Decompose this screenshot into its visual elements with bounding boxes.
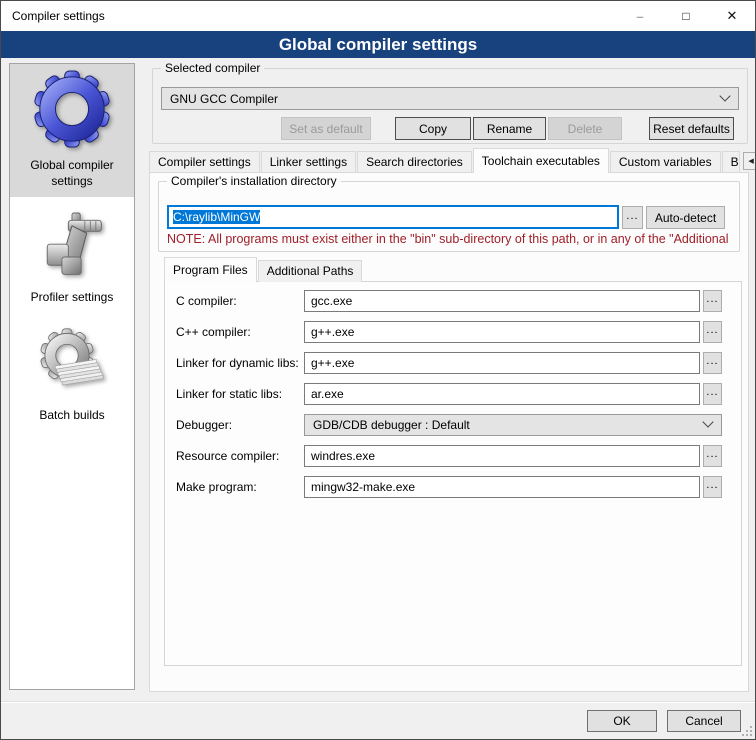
copy-button[interactable]: Copy bbox=[395, 117, 471, 140]
tab-linker-settings[interactable]: Linker settings bbox=[261, 151, 356, 173]
rename-button[interactable]: Rename bbox=[473, 117, 546, 140]
c-compiler-input[interactable] bbox=[304, 290, 700, 312]
minimize-icon[interactable]: – bbox=[617, 1, 663, 31]
tab-additional-paths[interactable]: Additional Paths bbox=[258, 260, 363, 282]
caliper-icon bbox=[39, 211, 105, 286]
cpp-compiler-input-wrap bbox=[304, 321, 700, 343]
compiler-select[interactable]: GNU GCC Compiler bbox=[161, 87, 739, 110]
resource-compiler-input-wrap bbox=[304, 445, 700, 467]
c-compiler-browse-button[interactable]: ... bbox=[703, 290, 722, 312]
tab-build-options[interactable]: Build options bbox=[722, 151, 740, 173]
debugger-select[interactable]: GDB/CDB debugger : Default bbox=[304, 414, 722, 436]
c-compiler-input-wrap bbox=[304, 290, 700, 312]
field-label: Linker for static libs: bbox=[176, 387, 282, 401]
delete-button[interactable]: Delete bbox=[548, 117, 622, 140]
field-label: Debugger: bbox=[176, 418, 232, 432]
sidebar: Global compiler settings bbox=[9, 63, 135, 690]
field-label: Resource compiler: bbox=[176, 449, 279, 463]
resize-grip-icon[interactable] bbox=[742, 726, 752, 736]
close-icon[interactable]: ✕ bbox=[709, 1, 755, 31]
sidebar-item-global-compiler-settings[interactable]: Global compiler settings bbox=[10, 64, 134, 197]
tab-custom-variables[interactable]: Custom variables bbox=[610, 151, 721, 173]
installation-directory-input[interactable]: C:\raylib\MinGW bbox=[167, 205, 619, 229]
tab-search-directories[interactable]: Search directories bbox=[357, 151, 472, 173]
sidebar-item-batch-builds[interactable]: Batch builds bbox=[10, 322, 134, 431]
page-title: Global compiler settings bbox=[1, 31, 755, 58]
make-program-input-wrap bbox=[304, 476, 700, 498]
field-label: C++ compiler: bbox=[176, 325, 251, 339]
make-program-input[interactable] bbox=[304, 476, 700, 498]
tab-scroll-controls: ◀ ▶ bbox=[743, 152, 756, 170]
program-tab-strip: Program Files Additional Paths bbox=[164, 258, 363, 282]
chevron-down-icon bbox=[719, 90, 730, 101]
installation-directory-group-label: Compiler's installation directory bbox=[167, 174, 341, 188]
compiler-select-value: GNU GCC Compiler bbox=[170, 92, 278, 106]
blue-gear-icon bbox=[33, 69, 111, 154]
dynamic-linker-input-wrap bbox=[304, 352, 700, 374]
selected-compiler-group-label: Selected compiler bbox=[161, 61, 264, 75]
settings-tab-strip: Compiler settings Linker settings Search… bbox=[149, 149, 749, 173]
cancel-button[interactable]: Cancel bbox=[667, 710, 741, 732]
dynamic-linker-browse-button[interactable]: ... bbox=[703, 352, 722, 374]
auto-detect-button[interactable]: Auto-detect bbox=[646, 206, 725, 229]
sidebar-item-label: Global compiler settings bbox=[16, 157, 128, 189]
tab-toolchain-executables[interactable]: Toolchain executables bbox=[473, 148, 609, 173]
chevron-down-icon bbox=[702, 416, 713, 427]
maximize-icon[interactable]: □ bbox=[663, 1, 709, 31]
debugger-select-value: GDB/CDB debugger : Default bbox=[313, 418, 470, 432]
note-text: NOTE: All programs must exist either in … bbox=[167, 232, 737, 247]
resource-compiler-input[interactable] bbox=[304, 445, 700, 467]
static-linker-browse-button[interactable]: ... bbox=[703, 383, 722, 405]
cpp-compiler-browse-button[interactable]: ... bbox=[703, 321, 722, 343]
field-label: Make program: bbox=[176, 480, 257, 494]
window-controls: – □ ✕ bbox=[617, 1, 755, 31]
cpp-compiler-input[interactable] bbox=[304, 321, 700, 343]
gray-gear-stack-icon bbox=[37, 327, 107, 404]
sidebar-item-label: Profiler settings bbox=[31, 289, 114, 305]
field-label: Linker for dynamic libs: bbox=[176, 356, 299, 370]
tab-compiler-settings[interactable]: Compiler settings bbox=[149, 151, 260, 173]
installation-directory-value: C:\raylib\MinGW bbox=[173, 210, 260, 224]
browse-directory-button[interactable]: ... bbox=[622, 206, 643, 229]
make-program-browse-button[interactable]: ... bbox=[703, 476, 722, 498]
footer-separator bbox=[1, 701, 755, 703]
reset-defaults-button[interactable]: Reset defaults bbox=[649, 117, 734, 140]
scroll-left-icon[interactable]: ◀ bbox=[743, 152, 756, 170]
compiler-settings-dialog: Compiler settings – □ ✕ Global compiler … bbox=[0, 0, 756, 740]
resource-compiler-browse-button[interactable]: ... bbox=[703, 445, 722, 467]
window-title: Compiler settings bbox=[12, 9, 105, 23]
static-linker-input-wrap bbox=[304, 383, 700, 405]
ok-button[interactable]: OK bbox=[587, 710, 657, 732]
sidebar-item-profiler-settings[interactable]: Profiler settings bbox=[10, 206, 134, 313]
set-as-default-button[interactable]: Set as default bbox=[281, 117, 371, 140]
field-label: C compiler: bbox=[176, 294, 237, 308]
sidebar-item-label: Batch builds bbox=[39, 407, 104, 423]
tab-program-files[interactable]: Program Files bbox=[164, 257, 257, 282]
static-linker-input[interactable] bbox=[304, 383, 700, 405]
dynamic-linker-input[interactable] bbox=[304, 352, 700, 374]
title-bar: Compiler settings – □ ✕ bbox=[1, 1, 755, 31]
